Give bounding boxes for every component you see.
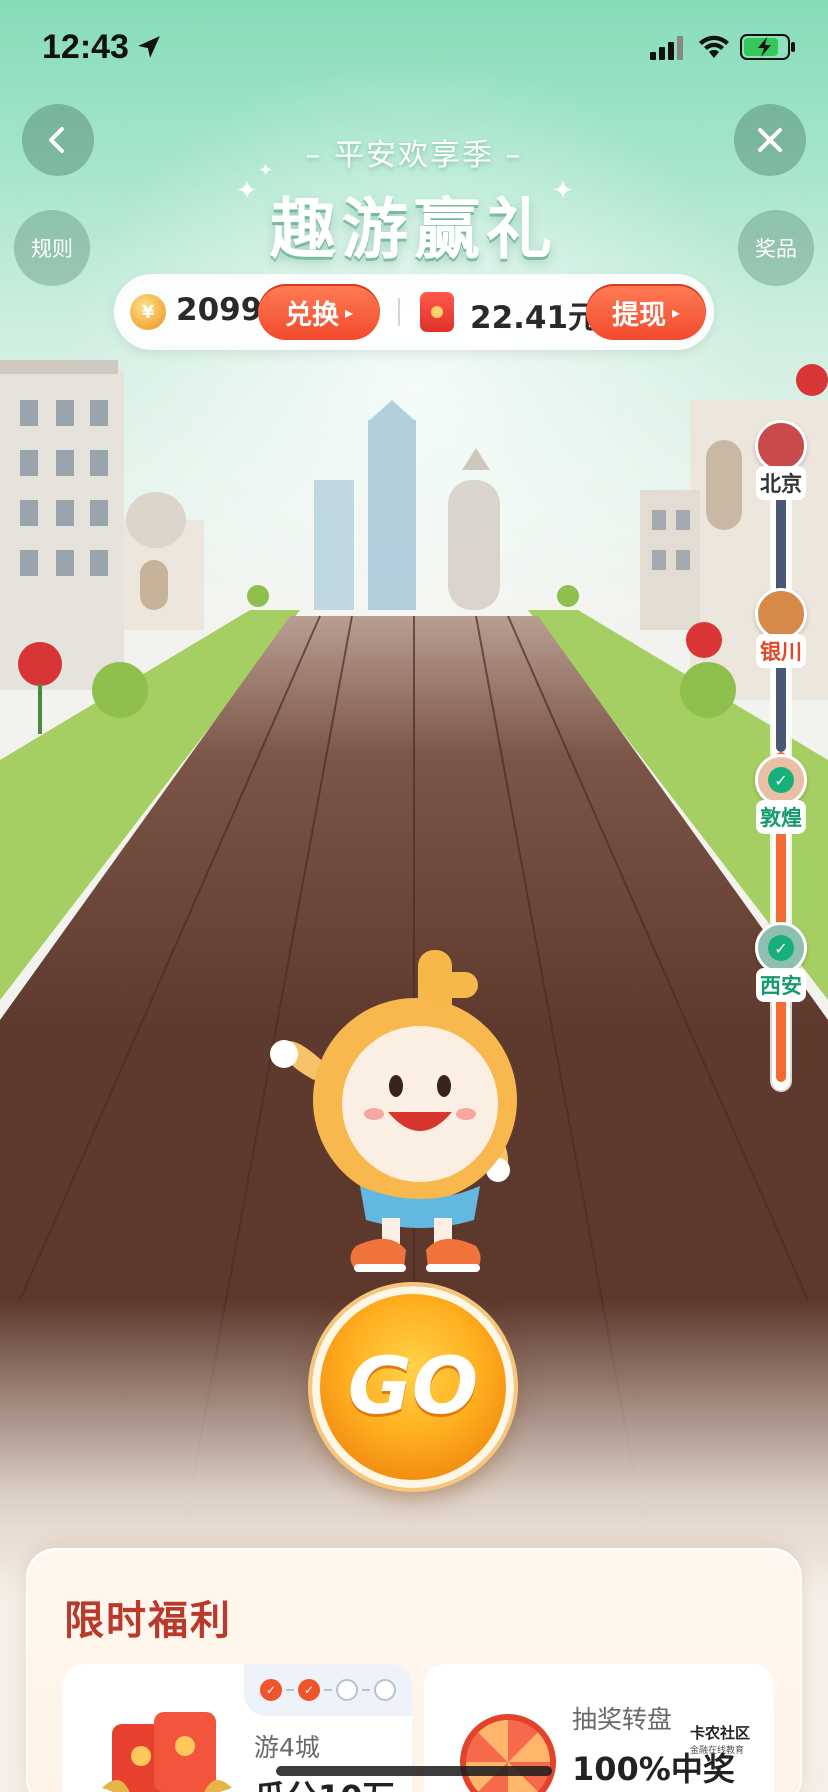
route-city-yinchuan[interactable]: 银川 <box>744 588 818 668</box>
benefits-title: 限时福利 <box>64 1598 232 1644</box>
step-connector <box>362 1689 370 1691</box>
red-envelope-icon <box>420 292 454 332</box>
limited-benefits-card: 限时福利 ✓ ✓ 游4城 瓜分10万 抽奖转盘 100%中奖 <box>26 1548 802 1792</box>
divider <box>398 298 400 326</box>
coin-icon: ¥ <box>130 294 166 330</box>
step-connector <box>324 1689 332 1691</box>
city-label: 北京 <box>756 466 806 500</box>
watermark-text: 卡农社区 <box>690 1724 751 1742</box>
triangle-right-icon: ▸ <box>671 302 681 322</box>
mascot-character <box>270 950 517 1272</box>
city-label: 银川 <box>756 634 806 668</box>
task-subtitle: 游4城 <box>254 1733 320 1762</box>
city-label: 西安 <box>756 968 806 1002</box>
status-bar: 12:43 <box>0 0 828 100</box>
step-pending-icon <box>374 1679 396 1701</box>
landmark-icon: ✓ <box>755 754 807 806</box>
route-city-xian[interactable]: ✓ 西安 <box>744 922 818 1002</box>
exchange-button[interactable]: 兑换 ▸ <box>258 284 380 340</box>
wifi-icon <box>699 35 729 58</box>
cash-balance: 22.41元 <box>470 300 600 336</box>
go-button[interactable]: GO <box>312 1286 514 1488</box>
go-label: GO <box>347 1342 479 1432</box>
page-title: 趣游赢礼 <box>270 191 558 268</box>
home-indicator <box>276 1766 552 1776</box>
task-subtitle: 抽奖转盘 <box>572 1705 673 1734</box>
event-subtitle: – 平安欢享季 – <box>305 138 523 173</box>
withdraw-button[interactable]: 提现 ▸ <box>586 284 706 340</box>
route-city-beijing[interactable]: 北京 <box>744 420 818 500</box>
step-pending-icon <box>336 1679 358 1701</box>
prize-wheel-icon <box>460 1714 556 1792</box>
city-label: 敦煌 <box>756 800 806 834</box>
route-city-dunhuang[interactable]: ✓ 敦煌 <box>744 754 818 834</box>
task-progress-steps: ✓ ✓ <box>244 1664 412 1716</box>
triangle-right-icon: ▸ <box>344 302 354 322</box>
exchange-label: 兑换 <box>284 299 339 331</box>
status-time: 12:43 <box>42 28 129 66</box>
step-done-icon: ✓ <box>298 1679 320 1701</box>
landmark-icon <box>755 420 807 472</box>
red-envelope-gift-icon <box>102 1712 232 1792</box>
battery-charging-icon <box>740 34 795 60</box>
balance-bar: ¥ 2099 兑换 ▸ 22.41元 提现 ▸ <box>114 274 714 350</box>
cellular-signal-icon <box>650 36 683 60</box>
watermark-subtext: 金融在线教育 <box>690 1746 745 1756</box>
landmark-icon <box>755 588 807 640</box>
step-connector <box>286 1689 294 1691</box>
coin-balance: 2099 <box>176 292 263 328</box>
step-done-icon: ✓ <box>260 1679 282 1701</box>
check-icon: ✓ <box>768 767 794 793</box>
check-icon: ✓ <box>768 935 794 961</box>
watermark: 卡农社区 金融在线教育 <box>690 1722 750 1756</box>
location-arrow-icon <box>138 36 160 58</box>
withdraw-label: 提现 <box>611 299 666 331</box>
landmark-icon: ✓ <box>755 922 807 974</box>
